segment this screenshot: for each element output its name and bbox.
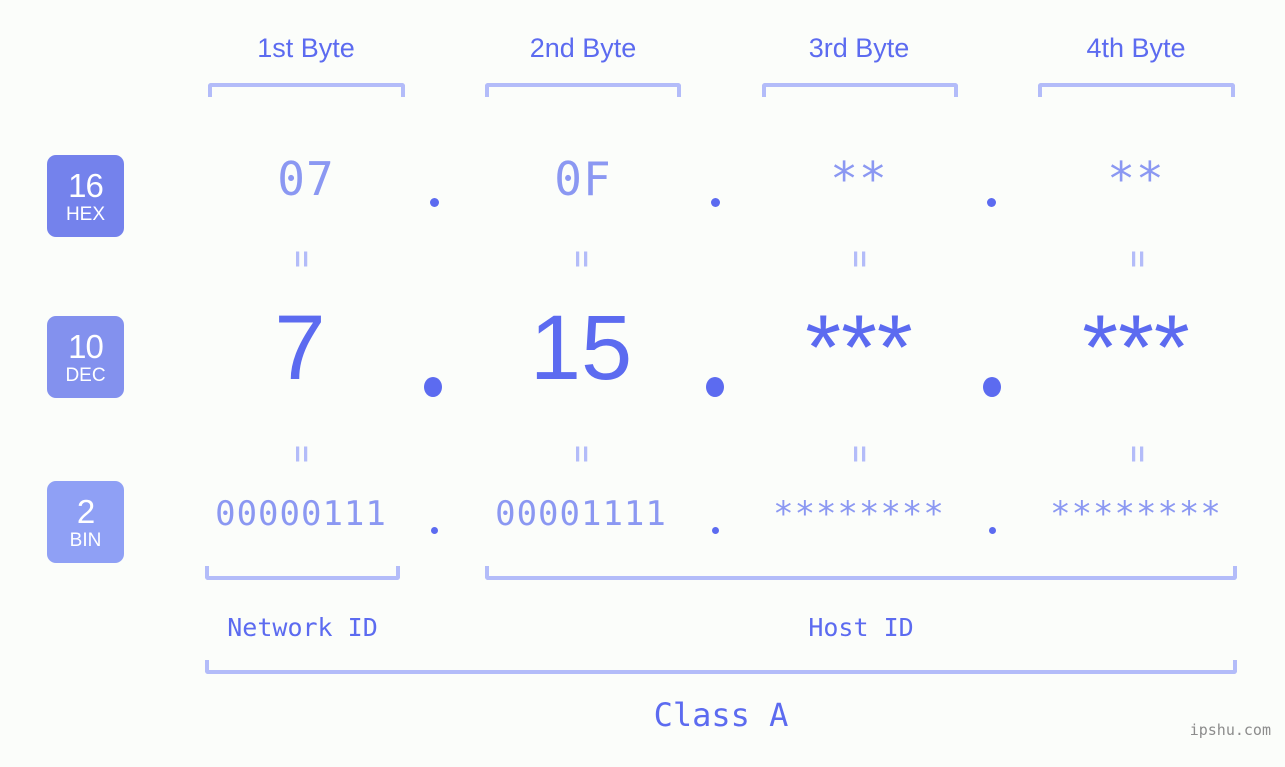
ip-address-breakdown-diagram: 1st Byte 2nd Byte 3rd Byte 4th Byte 16 H… — [0, 0, 1285, 767]
byte-header-3: 3rd Byte — [808, 33, 910, 63]
hex-byte-1: 07 — [277, 152, 335, 206]
equals-hex-dec-2: = — [565, 250, 598, 268]
base-badge-bin-number: 2 — [76, 492, 95, 530]
byte-bracket-4 — [1038, 83, 1235, 97]
bin-dot-separator-1 — [431, 527, 438, 534]
dec-byte-4: *** — [1082, 297, 1190, 399]
equals-hex-dec-4: = — [1121, 250, 1154, 268]
byte-bracket-1 — [208, 83, 405, 97]
hex-byte-2: 0F — [554, 152, 612, 206]
dec-dot-separator-1 — [424, 377, 442, 397]
hex-dot-separator-1 — [430, 198, 439, 207]
bin-byte-2: 00001111 — [495, 494, 667, 534]
bin-byte-4: ******** — [1050, 494, 1222, 534]
byte-bracket-3 — [762, 83, 958, 97]
dec-dot-separator-2 — [706, 377, 724, 397]
bin-dot-separator-2 — [712, 527, 719, 534]
dec-byte-3: *** — [805, 297, 913, 399]
site-watermark: ipshu.com — [1189, 721, 1271, 739]
base-badge-dec: 10 DEC — [47, 316, 124, 398]
base-badge-hex-name: HEX — [65, 203, 106, 225]
bin-dot-separator-3 — [989, 527, 996, 534]
dec-dot-separator-3 — [983, 377, 1001, 397]
dec-byte-2: 15 — [529, 297, 633, 399]
bin-byte-1: 00000111 — [215, 494, 387, 534]
base-badge-dec-number: 10 — [68, 327, 104, 365]
equals-dec-bin-2: = — [565, 445, 598, 463]
hex-byte-4: ** — [1107, 152, 1165, 206]
equals-dec-bin-1: = — [285, 445, 318, 463]
base-badge-dec-name: DEC — [65, 364, 106, 386]
ip-class-label: Class A — [653, 696, 789, 734]
host-id-label: Host ID — [808, 613, 914, 642]
network-id-bracket — [205, 566, 400, 580]
hex-byte-3: ** — [830, 152, 888, 206]
host-id-bracket — [485, 566, 1237, 580]
base-badge-hex: 16 HEX — [47, 155, 124, 237]
ip-class-bracket — [205, 660, 1237, 674]
base-badge-hex-number: 16 — [68, 166, 104, 204]
hex-dot-separator-3 — [987, 198, 996, 207]
equals-hex-dec-3: = — [843, 250, 876, 268]
hex-dot-separator-2 — [711, 198, 720, 207]
bin-byte-3: ******** — [773, 494, 945, 534]
byte-header-4: 4th Byte — [1086, 33, 1186, 63]
equals-dec-bin-4: = — [1121, 445, 1154, 463]
byte-bracket-2 — [485, 83, 681, 97]
base-badge-bin-name: BIN — [69, 529, 102, 551]
equals-hex-dec-1: = — [285, 250, 318, 268]
byte-header-1: 1st Byte — [257, 33, 355, 63]
dec-byte-1: 7 — [274, 297, 326, 399]
base-badge-bin: 2 BIN — [47, 481, 124, 563]
byte-header-2: 2nd Byte — [529, 33, 637, 63]
equals-dec-bin-3: = — [843, 445, 876, 463]
network-id-label: Network ID — [227, 613, 378, 642]
